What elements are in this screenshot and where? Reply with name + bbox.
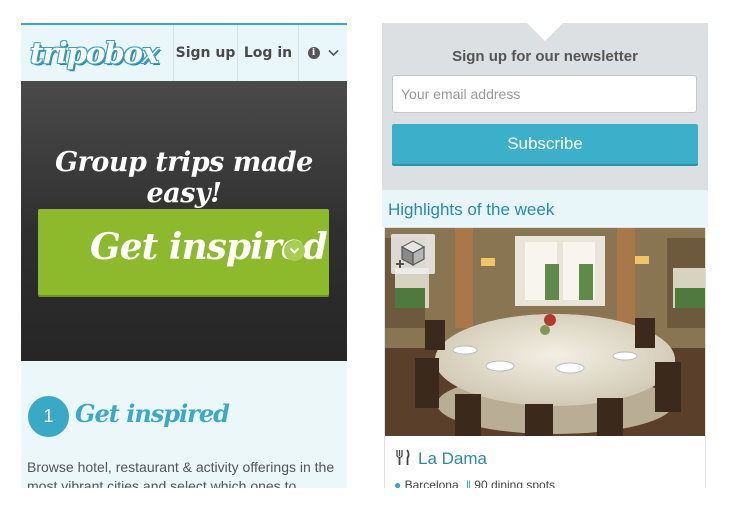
email-field[interactable] <box>392 75 697 113</box>
step-title: Get inspired <box>75 399 230 428</box>
mobile-landing-panel: tripobox Sign up Log in i Group trips ma… <box>21 23 347 488</box>
info-icon: i <box>307 47 320 59</box>
fork-knife-icon <box>396 449 410 465</box>
get-inspired-button[interactable]: Get inspired <box>38 209 329 295</box>
pointer-notch <box>527 23 563 41</box>
tripobox-logo[interactable]: tripobox <box>30 36 159 70</box>
place-dining-spots: 90 dining spots <box>474 478 556 488</box>
place-meta: ● Barcelona ‖ 90 dining spots <box>394 478 555 488</box>
subscribe-button[interactable]: Subscribe <box>392 124 698 164</box>
add-to-trip-button[interactable] <box>391 234 435 274</box>
site-header: tripobox Sign up Log in i <box>21 25 347 81</box>
highlights-header: Highlights of the week <box>382 190 708 227</box>
hero-section: Group trips made easy! Get inspired <box>21 81 347 361</box>
step-description: Browse hotel, restaurant & activity offe… <box>27 459 335 488</box>
step-one-section: 1 Get inspired Browse hotel, restaurant … <box>21 361 347 488</box>
newsletter-title: Sign up for our newsletter <box>452 48 638 65</box>
hero-tagline: Group trips made easy! <box>55 147 313 209</box>
login-link[interactable]: Log in <box>237 25 298 81</box>
newsletter-section: Sign up for our newsletter Subscribe <box>382 23 708 190</box>
step-number-badge: 1 <box>28 396 69 437</box>
place-city: Barcelona <box>404 478 459 488</box>
cube-plus-icon <box>396 240 426 268</box>
bars-icon: ‖ <box>465 478 471 488</box>
highlight-card[interactable]: La Dama ● Barcelona ‖ 90 dining spots <box>384 227 706 488</box>
place-name-link[interactable]: La Dama <box>418 449 487 469</box>
info-menu-button[interactable]: i <box>298 25 347 81</box>
highlights-title: Highlights of the week <box>388 200 555 219</box>
chevron-down-icon <box>284 240 305 261</box>
chevron-down-icon <box>328 49 340 57</box>
location-pin-icon: ● <box>394 478 402 488</box>
newsletter-highlights-panel: Sign up for our newsletter Subscribe Hig… <box>382 23 708 488</box>
restaurant-photo[interactable] <box>385 228 705 436</box>
signup-link[interactable]: Sign up <box>173 25 237 81</box>
